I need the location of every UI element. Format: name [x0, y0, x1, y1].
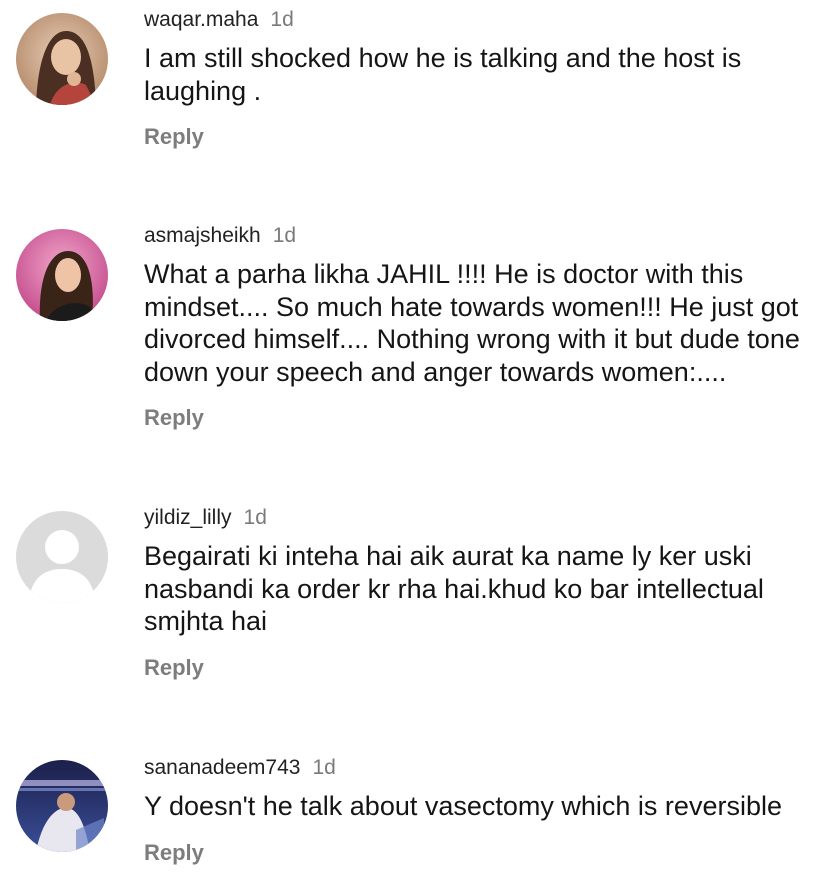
reply-button[interactable]: Reply: [144, 124, 204, 150]
avatar[interactable]: [16, 229, 108, 321]
username[interactable]: yildiz_lilly: [144, 506, 232, 529]
comment-meta: yildiz_lilly 1d: [144, 505, 815, 531]
timestamp: 1d: [312, 756, 336, 779]
comment-text: What a parha likha JAHIL !!!! He is doct…: [144, 259, 800, 387]
comment-meta: asmajsheikh 1d: [144, 223, 815, 249]
username[interactable]: sananadeem743: [144, 756, 300, 779]
reply-button[interactable]: Reply: [144, 840, 204, 866]
timestamp: 1d: [243, 506, 267, 529]
reply-button[interactable]: Reply: [144, 655, 204, 681]
avatar[interactable]: [16, 760, 108, 852]
comment-text: I am still shocked how he is talking and…: [144, 43, 742, 106]
avatar[interactable]: [16, 13, 108, 105]
comment-text: Y doesn't he talk about vasectomy which …: [144, 791, 782, 821]
default-user-icon: [16, 511, 108, 603]
timestamp: 1d: [270, 8, 294, 31]
comment-meta: sananadeem743 1d: [144, 755, 815, 781]
comment-meta: waqar.maha 1d: [144, 7, 815, 33]
timestamp: 1d: [272, 224, 297, 247]
comment-text: Begairati ki inteha hai aik aurat ka nam…: [144, 541, 764, 636]
profile-photo-icon: [16, 229, 108, 321]
reply-button[interactable]: Reply: [144, 405, 204, 431]
profile-photo-icon: [16, 760, 108, 852]
avatar[interactable]: [16, 511, 108, 603]
username[interactable]: asmajsheikh: [144, 224, 261, 247]
username[interactable]: waqar.maha: [144, 8, 258, 31]
profile-photo-icon: [16, 13, 108, 105]
